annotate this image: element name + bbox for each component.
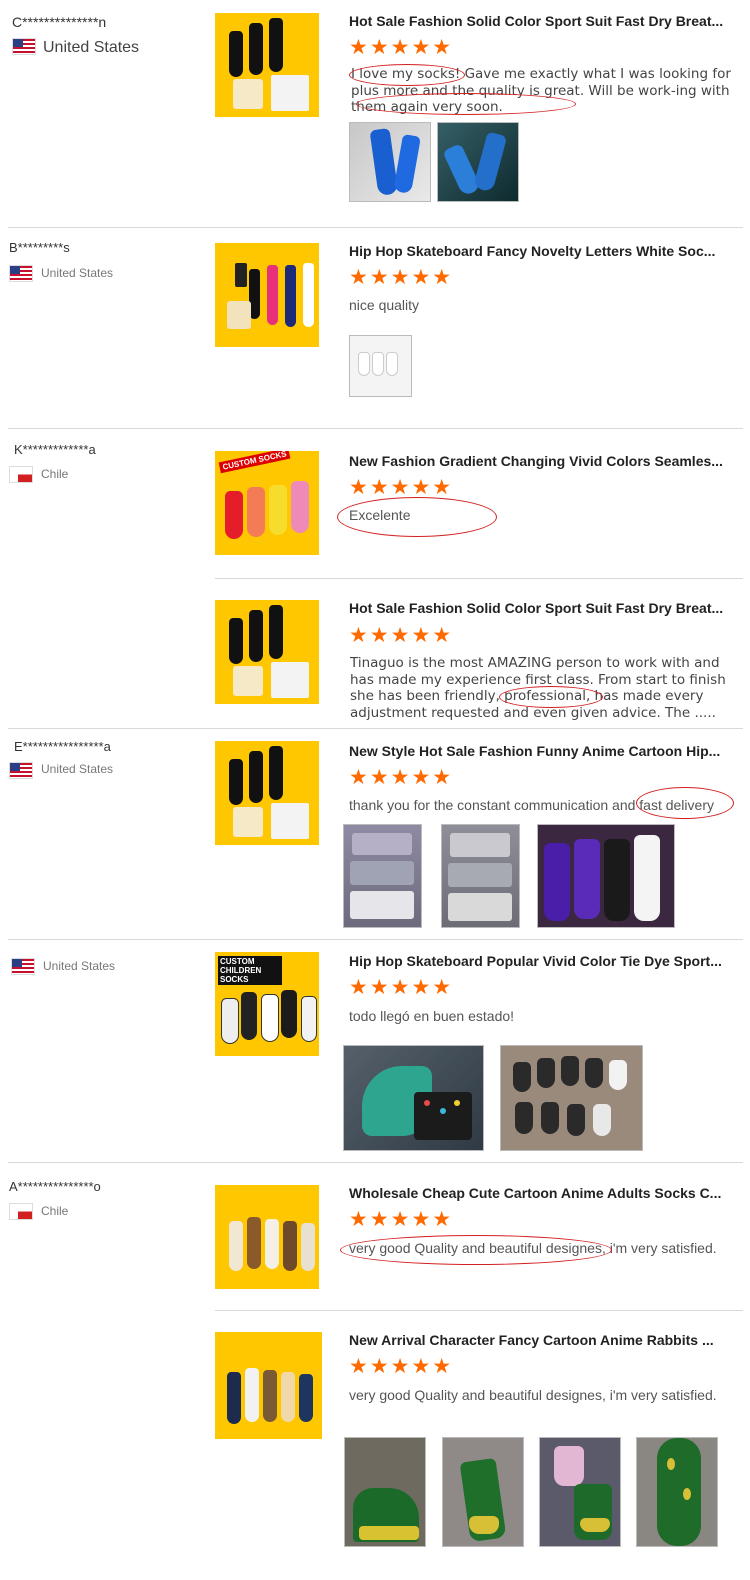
buyer-name: E****************a	[14, 739, 111, 754]
product-image[interactable]	[215, 243, 319, 347]
product-image[interactable]: CUSTOM SOCKS	[215, 451, 319, 555]
review-photo[interactable]	[343, 1045, 484, 1151]
buyer-name: A***************o	[9, 1179, 101, 1194]
us-flag-icon	[12, 38, 36, 55]
review-text: nice quality	[349, 297, 420, 313]
review-photo[interactable]	[500, 1045, 643, 1151]
review-photo[interactable]	[442, 1437, 524, 1547]
star-rating: ★★★★★	[349, 1208, 454, 1231]
product-image[interactable]: CUSTOM CHILDREN SOCKS	[215, 952, 319, 1056]
product-label: CUSTOM CHILDREN SOCKS	[218, 956, 282, 985]
review-photo[interactable]	[344, 1437, 426, 1547]
product-image[interactable]	[215, 600, 319, 704]
product-title[interactable]: New Fashion Gradient Changing Vivid Colo…	[349, 453, 723, 469]
product-title[interactable]: Hip Hop Skateboard Fancy Novelty Letters…	[349, 243, 715, 259]
product-image[interactable]	[215, 1185, 319, 1289]
review-photo[interactable]	[539, 1437, 621, 1547]
review-text: very good Quality and beautiful designes…	[349, 1240, 717, 1256]
star-rating: ★★★★★	[349, 624, 454, 647]
product-title[interactable]: Wholesale Cheap Cute Cartoon Anime Adult…	[349, 1185, 721, 1201]
buyer-name: B*********s	[9, 240, 70, 255]
review-text: I love my socks! Gave me exactly what I …	[351, 66, 731, 115]
review-text: thank you for the constant communication…	[349, 797, 714, 813]
product-label: CUSTOM SOCKS	[218, 451, 291, 474]
review-text: Tinaguo is the most AMAZING person to wo…	[350, 655, 726, 721]
buyer-country: Chile	[41, 467, 69, 481]
star-rating: ★★★★★	[349, 266, 454, 289]
review-photo[interactable]	[537, 824, 675, 928]
product-title[interactable]: Hip Hop Skateboard Popular Vivid Color T…	[349, 953, 722, 969]
buyer-name: C**************n	[12, 14, 107, 30]
review-photo[interactable]	[441, 824, 520, 928]
review-photo[interactable]	[349, 335, 412, 397]
product-title[interactable]: New Style Hot Sale Fashion Funny Anime C…	[349, 743, 720, 759]
buyer-country: United States	[43, 959, 116, 973]
product-title[interactable]: New Arrival Character Fancy Cartoon Anim…	[349, 1332, 714, 1348]
chile-flag-icon: ★	[9, 466, 33, 483]
divider	[8, 428, 743, 429]
buyer-country: United States	[41, 266, 114, 280]
star-rating: ★★★★★	[349, 36, 454, 59]
product-title[interactable]: Hot Sale Fashion Solid Color Sport Suit …	[349, 13, 723, 29]
star-rating: ★★★★★	[349, 766, 454, 789]
product-title[interactable]: Hot Sale Fashion Solid Color Sport Suit …	[349, 600, 723, 616]
divider	[215, 1310, 743, 1311]
review-photo[interactable]	[437, 122, 519, 202]
product-image[interactable]	[215, 1332, 322, 1439]
chile-flag-icon: ★	[9, 1203, 33, 1220]
us-flag-icon	[11, 958, 35, 975]
divider	[215, 578, 743, 579]
buyer-country: United States	[43, 39, 140, 56]
star-rating: ★★★★★	[349, 1355, 454, 1378]
product-image[interactable]	[215, 741, 319, 845]
review-text: todo llegó en buen estado!	[349, 1008, 515, 1024]
review-photo[interactable]	[636, 1437, 718, 1547]
us-flag-icon	[9, 762, 33, 779]
buyer-name: K*************a	[14, 442, 96, 457]
review-text: very good Quality and beautiful designes…	[349, 1387, 717, 1403]
product-image[interactable]	[215, 13, 319, 117]
buyer-country: United States	[41, 762, 114, 776]
divider	[8, 939, 743, 940]
us-flag-icon	[9, 265, 33, 282]
review-photo[interactable]	[349, 122, 431, 202]
star-rating: ★★★★★	[349, 976, 454, 999]
divider	[8, 728, 743, 729]
divider	[8, 1162, 743, 1163]
review-photo[interactable]	[343, 824, 422, 928]
star-rating: ★★★★★	[349, 476, 454, 499]
buyer-country: Chile	[41, 1204, 69, 1218]
divider	[8, 227, 743, 228]
review-text: Excelente	[349, 507, 411, 523]
